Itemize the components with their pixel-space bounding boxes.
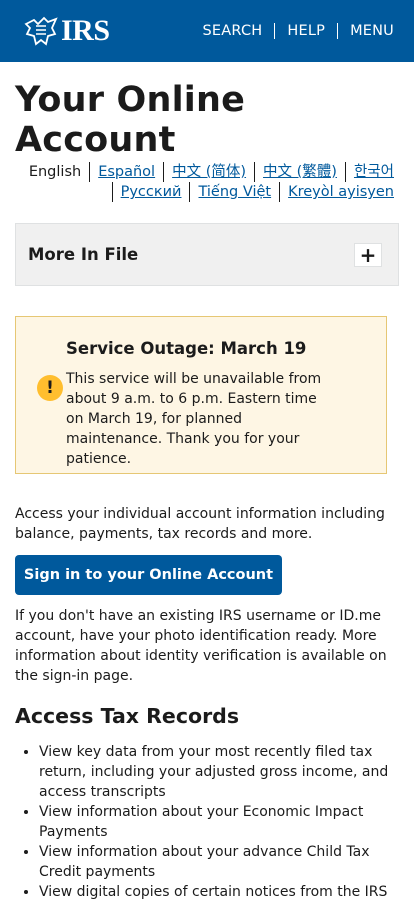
language-haitian-creole[interactable]: Kreyòl ayisyen — [279, 182, 394, 202]
language-chinese-simplified[interactable]: 中文 (简体) — [163, 162, 254, 182]
language-korean[interactable]: 한국어 — [344, 162, 394, 182]
language-chinese-traditional[interactable]: 中文 (繁體) — [254, 162, 345, 182]
site-header: IRS SEARCH HELP MENU — [0, 0, 414, 62]
section-title: Access Tax Records — [15, 704, 240, 728]
list-item: View digital copies of certain notices f… — [39, 882, 410, 902]
menu-link[interactable]: MENU — [337, 23, 394, 39]
language-russian[interactable]: Русский — [111, 182, 190, 202]
intro-text: Access your individual account informati… — [15, 506, 385, 542]
irs-logo[interactable]: IRS — [24, 16, 110, 46]
header-nav: SEARCH HELP MENU — [191, 23, 395, 39]
language-english: English — [28, 164, 82, 180]
plus-icon[interactable]: + — [354, 242, 382, 267]
identity-info-text: If you don't have an existing IRS userna… — [15, 608, 387, 684]
service-outage-alert: ! Service Outage: March 19 This service … — [15, 316, 387, 474]
alert-body: This service will be unavailable from ab… — [66, 371, 322, 467]
sign-in-button[interactable]: Sign in to your Online Account — [15, 555, 282, 595]
alert-title: Service Outage: March 19 — [66, 339, 307, 358]
language-selector: English Español 中文 (简体) 中文 (繁體) 한국어 Русс… — [0, 162, 414, 202]
language-row: English Español 中文 (简体) 中文 (繁體) 한국어 — [14, 162, 394, 182]
more-in-file-accordion[interactable]: More In File + — [15, 223, 399, 286]
language-vietnamese[interactable]: Tiếng Việt — [189, 182, 279, 202]
tax-records-list: View key data from your most recently fi… — [15, 742, 410, 902]
list-item: View information about your advance Chil… — [39, 842, 410, 882]
list-item: View information about your Economic Imp… — [39, 802, 410, 842]
warning-icon: ! — [37, 375, 63, 401]
accordion-title: More In File — [28, 245, 139, 264]
logo-text: IRS — [61, 14, 110, 47]
page-title: Your Online Account — [15, 80, 246, 160]
list-item: View key data from your most recently fi… — [39, 742, 410, 802]
language-row: Русский Tiếng Việt Kreyòl ayisyen — [14, 182, 394, 202]
search-link[interactable]: SEARCH — [191, 23, 275, 39]
language-spanish[interactable]: Español — [89, 162, 163, 182]
eagle-icon — [24, 16, 58, 46]
help-link[interactable]: HELP — [274, 23, 337, 39]
